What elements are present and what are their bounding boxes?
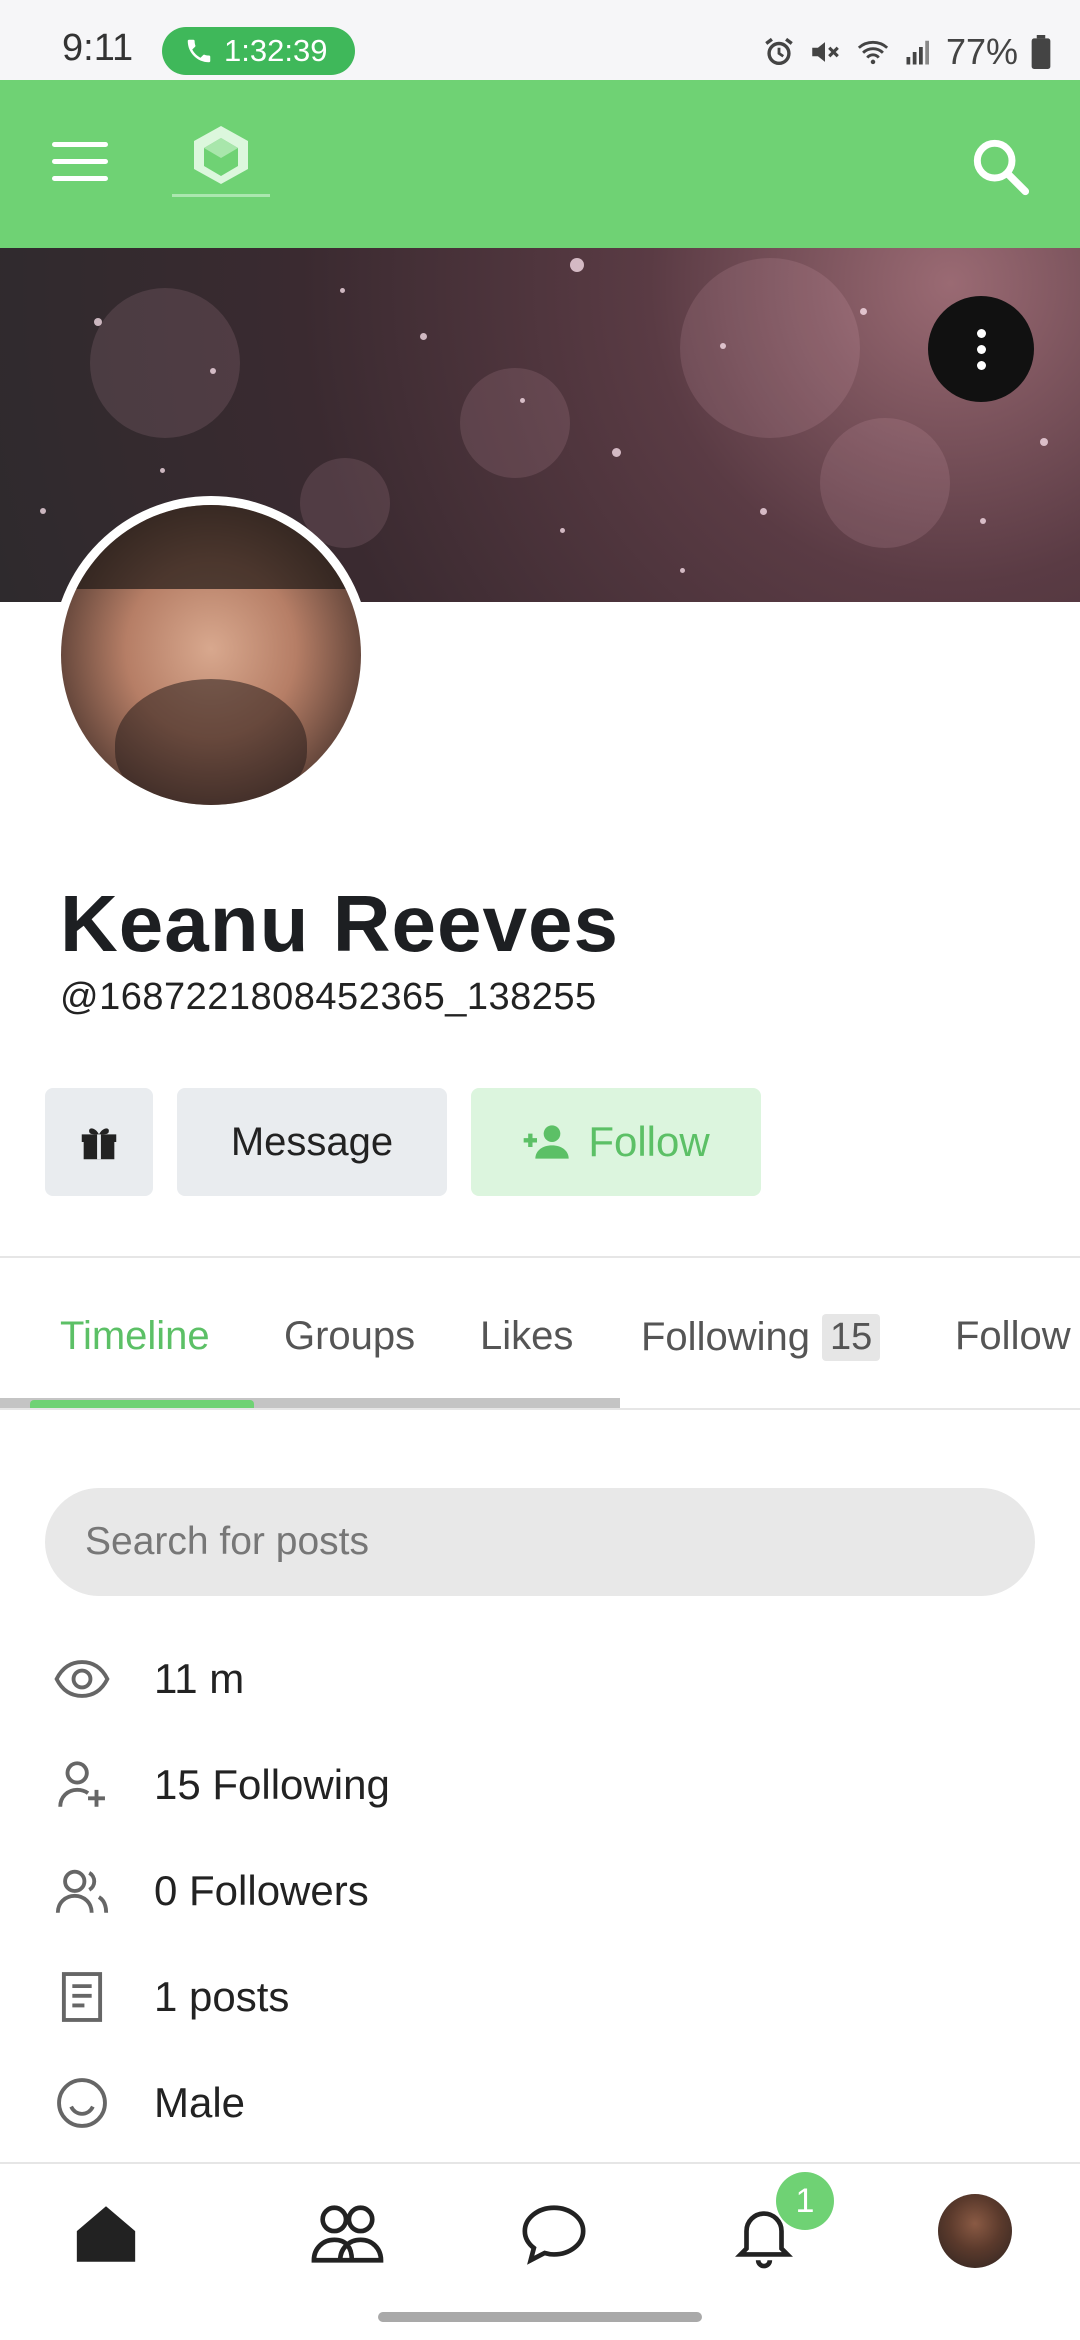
home-icon — [76, 2206, 136, 2262]
profile-avatar[interactable] — [52, 496, 370, 814]
mute-icon — [812, 42, 839, 62]
nav-messages[interactable] — [514, 2194, 594, 2274]
add-user-icon — [58, 1761, 105, 1807]
active-tab-indicator — [30, 1400, 254, 1408]
info-posts-text: 1 posts — [154, 1973, 290, 2020]
battery-percent: 77% — [945, 31, 1018, 72]
tab-likes[interactable]: Likes — [480, 1314, 573, 1359]
gift-icon — [81, 1128, 117, 1160]
brand-logo[interactable] — [168, 124, 274, 204]
dot — [976, 360, 986, 370]
battery-icon — [1031, 35, 1051, 69]
notification-badge: 1 — [776, 2172, 834, 2230]
app-bar — [0, 80, 1080, 248]
smile-icon — [57, 2078, 107, 2128]
info-views-text: 11 m — [154, 1655, 245, 1702]
info-following[interactable]: 15 Following — [52, 1750, 390, 1820]
users-icon — [55, 1869, 109, 1913]
home-indicator[interactable] — [378, 2312, 702, 2322]
status-time: 9:11 — [62, 27, 134, 69]
info-following-text: 15 Following — [154, 1761, 390, 1808]
signal-icon — [906, 40, 929, 65]
tab-groups[interactable]: Groups — [284, 1314, 415, 1359]
call-pill[interactable]: 1:32:39 — [162, 27, 355, 75]
info-followers-text: 0 Followers — [154, 1867, 369, 1914]
chat-bubble-icon — [522, 2205, 586, 2265]
profile-name: Keanu Reeves — [60, 879, 619, 968]
nav-home[interactable] — [66, 2194, 146, 2274]
gift-button[interactable] — [45, 1088, 153, 1196]
tab-timeline[interactable]: Timeline — [60, 1314, 210, 1359]
message-button[interactable]: Message — [177, 1088, 447, 1196]
tab-followers[interactable]: Follow — [955, 1314, 1071, 1359]
eye-icon — [54, 1660, 110, 1698]
search-icon[interactable] — [968, 134, 1032, 198]
profile-handle: @1687221808452365_138255 — [60, 976, 597, 1018]
info-gender-text: Male — [154, 2079, 246, 2126]
status-bar: 9:11 1:32:39 77% — [0, 0, 1080, 80]
info-followers[interactable]: 0 Followers — [52, 1856, 369, 1926]
more-options-button[interactable] — [928, 296, 1034, 402]
nav-profile-avatar[interactable] — [938, 2194, 1012, 2268]
document-icon — [61, 1972, 103, 2022]
add-person-icon — [523, 1125, 569, 1159]
follow-button[interactable]: Follow — [471, 1088, 761, 1196]
call-duration: 1:32:39 — [224, 33, 328, 68]
tab-following[interactable]: Following 15 — [641, 1314, 881, 1361]
alarm-icon — [765, 37, 793, 66]
dot — [976, 344, 986, 354]
profile-tabs: Timeline Groups Likes Following 15 Follow — [0, 1256, 1080, 1410]
dot — [976, 328, 986, 338]
nav-friends[interactable] — [306, 2194, 386, 2274]
wifi-icon — [857, 40, 889, 65]
info-views: 11 m — [52, 1644, 244, 1714]
following-count-badge: 15 — [821, 1314, 881, 1361]
info-gender: Male — [52, 2068, 245, 2138]
users-icon — [311, 2205, 384, 2263]
phone-icon — [187, 39, 211, 63]
follow-label: Follow — [588, 1118, 710, 1165]
status-icons: 77% — [762, 28, 1052, 76]
bottom-nav: 1 — [0, 2162, 1080, 2296]
info-posts[interactable]: 1 posts — [52, 1962, 289, 2032]
menu-icon[interactable] — [52, 142, 108, 186]
search-posts-input[interactable] — [45, 1488, 1035, 1596]
